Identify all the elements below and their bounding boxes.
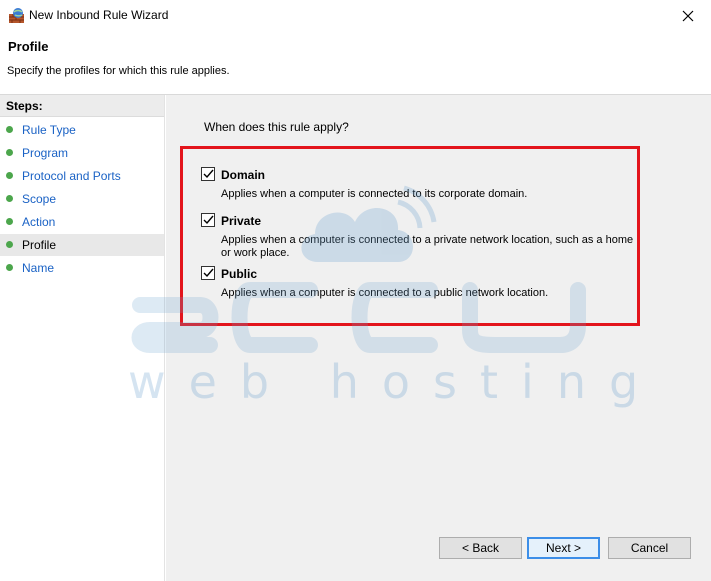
step-label[interactable]: Action	[22, 215, 55, 229]
steps-panel: Steps: Rule Type Program Protocol and Po…	[0, 95, 165, 581]
step-status-dot	[6, 172, 13, 179]
close-icon	[682, 10, 694, 21]
step-name[interactable]: Name	[0, 257, 164, 279]
window-title: New Inbound Rule Wizard	[29, 8, 169, 22]
checkmark-icon	[203, 169, 214, 179]
step-status-dot	[6, 264, 13, 271]
back-button[interactable]: < Back	[439, 537, 522, 559]
main-content: When does this rule apply? Domain Applie…	[166, 95, 711, 581]
domain-checkbox[interactable]	[201, 167, 215, 181]
step-rule-type[interactable]: Rule Type	[0, 119, 164, 141]
step-label[interactable]: Rule Type	[22, 123, 76, 137]
title-bar: New Inbound Rule Wizard	[0, 0, 711, 32]
private-description-line2: or work place.	[221, 247, 290, 259]
firewall-wizard-icon	[9, 8, 24, 23]
checkmark-icon	[203, 215, 214, 225]
step-action[interactable]: Action	[0, 211, 164, 233]
step-label: Profile	[22, 238, 57, 252]
domain-label[interactable]: Domain	[221, 168, 265, 182]
step-status-dot	[6, 195, 13, 202]
step-label[interactable]: Protocol and Ports	[22, 169, 121, 183]
cancel-button[interactable]: Cancel	[608, 537, 691, 559]
private-description-line1: Applies when a computer is connected to …	[221, 234, 634, 246]
step-protocol-and-ports[interactable]: Protocol and Ports	[0, 165, 164, 187]
step-scope[interactable]: Scope	[0, 188, 164, 210]
step-profile[interactable]: Profile	[0, 234, 164, 256]
next-button[interactable]: Next >	[527, 537, 600, 559]
steps-header: Steps:	[0, 95, 164, 117]
step-label[interactable]: Name	[22, 261, 54, 275]
public-label[interactable]: Public	[221, 267, 257, 281]
wizard-header: Profile Specify the profiles for which t…	[0, 32, 711, 95]
step-label[interactable]: Program	[22, 146, 68, 160]
step-label[interactable]: Scope	[22, 192, 56, 206]
step-status-dot	[6, 241, 13, 248]
checkmark-icon	[203, 268, 214, 278]
public-checkbox[interactable]	[201, 266, 215, 280]
step-status-dot	[6, 126, 13, 133]
page-subtitle: Specify the profiles for which this rule…	[7, 65, 230, 77]
close-button[interactable]	[665, 0, 711, 31]
domain-description: Applies when a computer is connected to …	[221, 188, 528, 200]
step-status-dot	[6, 149, 13, 156]
private-checkbox[interactable]	[201, 213, 215, 227]
question-label: When does this rule apply?	[204, 120, 349, 134]
public-description: Applies when a computer is connected to …	[221, 287, 549, 299]
page-title: Profile	[8, 39, 49, 54]
step-program[interactable]: Program	[0, 142, 164, 164]
step-status-dot	[6, 218, 13, 225]
private-label[interactable]: Private	[221, 214, 261, 228]
